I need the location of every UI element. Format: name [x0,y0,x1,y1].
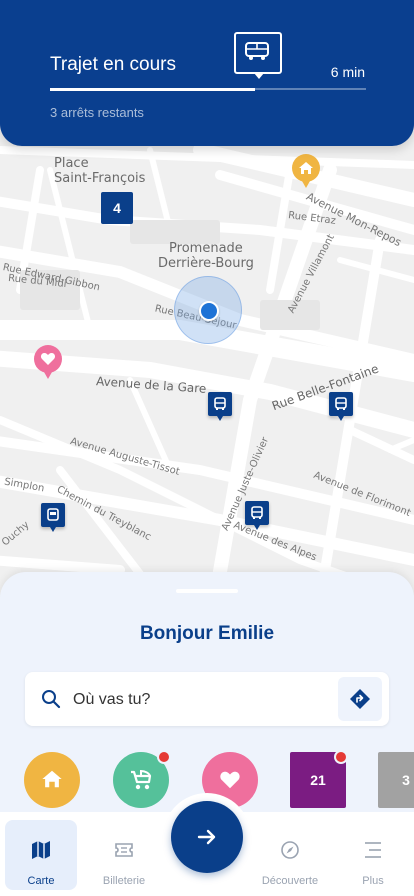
bus-stop-icon [335,397,347,410]
notification-badge [157,750,171,764]
tab-billeterie[interactable]: Billeterie [88,820,160,890]
directions-icon [350,689,370,709]
heart-icon [40,353,56,365]
user-location-dot [199,301,219,321]
map-bus-stop[interactable] [329,392,353,421]
map-icon [32,841,50,859]
trip-duration: 6 min [330,64,365,80]
bus-icon [245,42,269,60]
arrow-right-icon [197,829,216,845]
tab-label: Plus [362,875,384,887]
heart-icon [220,771,240,789]
tab-decouverte[interactable]: Découverte [254,820,326,890]
favorite-home[interactable] [24,752,80,808]
trip-progress-bar [50,87,366,91]
favorite-stroller[interactable] [113,750,171,808]
search-bar[interactable] [25,672,389,726]
bus-stop-icon [251,506,263,519]
notification-badge [334,750,348,764]
search-icon [42,690,61,709]
metro-stop-icon [47,508,59,521]
search-input[interactable] [71,686,335,714]
favorite-line-3[interactable]: 3 [378,752,414,808]
line-number: 3 [402,772,410,788]
tab-plus[interactable]: Plus [337,820,409,890]
trip-header[interactable]: Trajet en cours 6 min 3 arrêts restants [0,0,414,146]
bus-stop-icon [214,397,226,410]
map-poi-home[interactable] [292,154,320,188]
greeting-text: Bonjour Emilie [139,623,275,644]
stroller-icon [131,769,152,790]
tab-label: Découverte [261,875,319,887]
tab-carte[interactable]: Carte [5,820,77,890]
compass-icon [281,841,299,859]
map-label-promenade: Promenade Derrière-Bourg [158,241,254,271]
map-metro-stop[interactable] [41,503,65,532]
trip-remaining-stops: 3 arrêts restants [50,105,144,120]
home-icon [42,770,62,788]
map-label-place-st-francois: Place Saint-François [54,156,146,186]
home-icon [299,162,313,174]
trip-title: Trajet en cours [50,54,177,75]
map-bus-stop[interactable] [208,392,232,421]
go-button[interactable] [171,801,243,873]
ticket-icon [115,843,133,857]
sheet-drag-handle[interactable] [176,589,238,593]
trip-progress-fill [50,87,255,91]
map-bus-stop[interactable] [245,501,269,530]
map-poi-favorite[interactable] [34,345,62,379]
menu-icon [365,842,381,858]
tab-label: Billeterie [102,875,146,887]
trip-vehicle-marker [234,32,282,79]
directions-button[interactable] [338,677,382,721]
map-cluster-marker[interactable]: 4 [101,192,133,224]
tab-label: Carte [27,875,55,887]
favorite-line-21[interactable]: 21 [290,750,348,808]
